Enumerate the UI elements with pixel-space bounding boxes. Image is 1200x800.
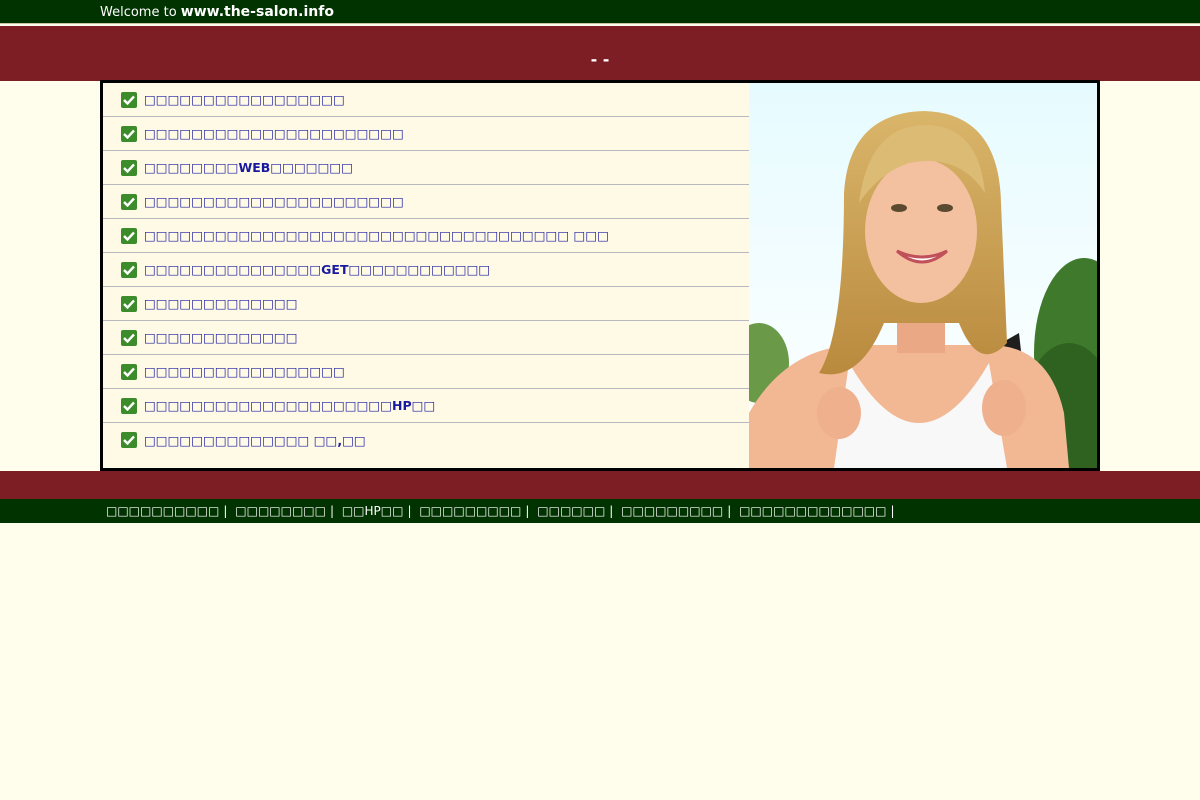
list-item[interactable]: □□□□□□□□□□□□□□□□□□□□□□□□□□□□□□□□□□□□ □□□ [103, 219, 749, 253]
check-icon [121, 261, 137, 278]
welcome-text: Welcome to [100, 5, 177, 20]
list-item[interactable]: □□□□□□□□□□□□□□□□□ [103, 83, 749, 117]
check-icon [121, 227, 137, 244]
footer-bar [0, 471, 1200, 499]
woman-portrait-illustration [749, 83, 1097, 468]
check-icon [121, 125, 137, 142]
list-item-label: □□□□□□□□□□□□□□□□□ [144, 364, 345, 379]
list-item-label: □□□□□□□□□□□□□□□□□□□□□HP□□ [144, 398, 436, 413]
hero-photo [749, 83, 1097, 468]
list-item[interactable]: □□□□□□□□WEB□□□□□□□ [103, 151, 749, 185]
welcome-message: Welcome to www.the-salon.info [100, 4, 334, 20]
list-item-label: □□□□□□□□□□□□□□□□□□□□□□ [144, 126, 404, 141]
check-icon [121, 397, 137, 414]
list-item-label: □□□□□□□□WEB□□□□□□□ [144, 160, 354, 175]
list-item[interactable]: □□□□□□□□□□□□□□□□□ [103, 355, 749, 389]
check-icon [121, 91, 137, 108]
check-icon [121, 295, 137, 312]
top-bar: Welcome to www.the-salon.info [0, 0, 1200, 24]
check-icon [121, 432, 137, 448]
footer-link[interactable]: □□□□□□□□□□□□□ [739, 504, 886, 518]
list-item-label: □□□□□□□□□□□□□□□GET□□□□□□□□□□□□ [144, 262, 491, 277]
footer-link[interactable]: □□□□□□□□□ [419, 504, 521, 518]
footer-link[interactable]: □□□□□□□□ [235, 504, 326, 518]
footer-link[interactable]: □□HP□□ [342, 504, 404, 518]
separator: | [727, 504, 732, 518]
list-item[interactable]: □□□□□□□□□□□□□□□□□□□□□□ [103, 185, 749, 219]
separator: | [609, 504, 614, 518]
main-panel: □□□□□□□□□□□□□□□□□ □□□□□□□□□□□□□□□□□□□□□□… [100, 80, 1100, 471]
footer-link[interactable]: □□□□□□ [537, 504, 605, 518]
feature-list: □□□□□□□□□□□□□□□□□ □□□□□□□□□□□□□□□□□□□□□□… [103, 83, 749, 457]
separator: | [223, 504, 228, 518]
check-icon [121, 193, 137, 210]
site-name: www.the-salon.info [180, 4, 334, 20]
check-icon [121, 159, 137, 176]
list-item-label: □□□□□□□□□□□□□□ □□,□□ [144, 432, 366, 448]
list-item[interactable]: □□□□□□□□□□□□□□ □□,□□ [103, 423, 749, 457]
check-icon [121, 363, 137, 380]
page-title: - - [590, 50, 610, 69]
separator: | [329, 504, 335, 518]
list-item[interactable]: □□□□□□□□□□□□□□□GET□□□□□□□□□□□□ [103, 253, 749, 287]
separator: | [407, 504, 412, 518]
list-item-label: □□□□□□□□□□□□□□□□□□□□□□□□□□□□□□□□□□□□ □□□ [144, 228, 609, 243]
list-item-label: □□□□□□□□□□□□□ [144, 296, 298, 311]
check-icon [121, 329, 137, 346]
footer-link[interactable]: □□□□□□□□□ [621, 504, 723, 518]
list-item[interactable]: □□□□□□□□□□□□□ [103, 321, 749, 355]
list-item-label: □□□□□□□□□□□□□□□□□ [144, 92, 345, 107]
footer-link[interactable]: □□□□□□□□□□ [106, 504, 219, 518]
list-item-label: □□□□□□□□□□□□□ [144, 330, 298, 345]
list-item[interactable]: □□□□□□□□□□□□□□□□□□□□□□ [103, 117, 749, 151]
list-item-label: □□□□□□□□□□□□□□□□□□□□□□ [144, 194, 404, 209]
footer-nav: □□□□□□□□□□ | □□□□□□□□ | □□HP□□ | □□□□□□□□□ |… [0, 499, 1200, 523]
footer-links: □□□□□□□□□□ | □□□□□□□□ | □□HP□□ | □□□□□□□□□ |… [106, 504, 899, 518]
list-item[interactable]: □□□□□□□□□□□□□ [103, 287, 749, 321]
separator: | [890, 504, 895, 518]
separator: | [525, 504, 530, 518]
list-item[interactable]: □□□□□□□□□□□□□□□□□□□□□HP□□ [103, 389, 749, 423]
header-banner: - - [0, 26, 1200, 81]
